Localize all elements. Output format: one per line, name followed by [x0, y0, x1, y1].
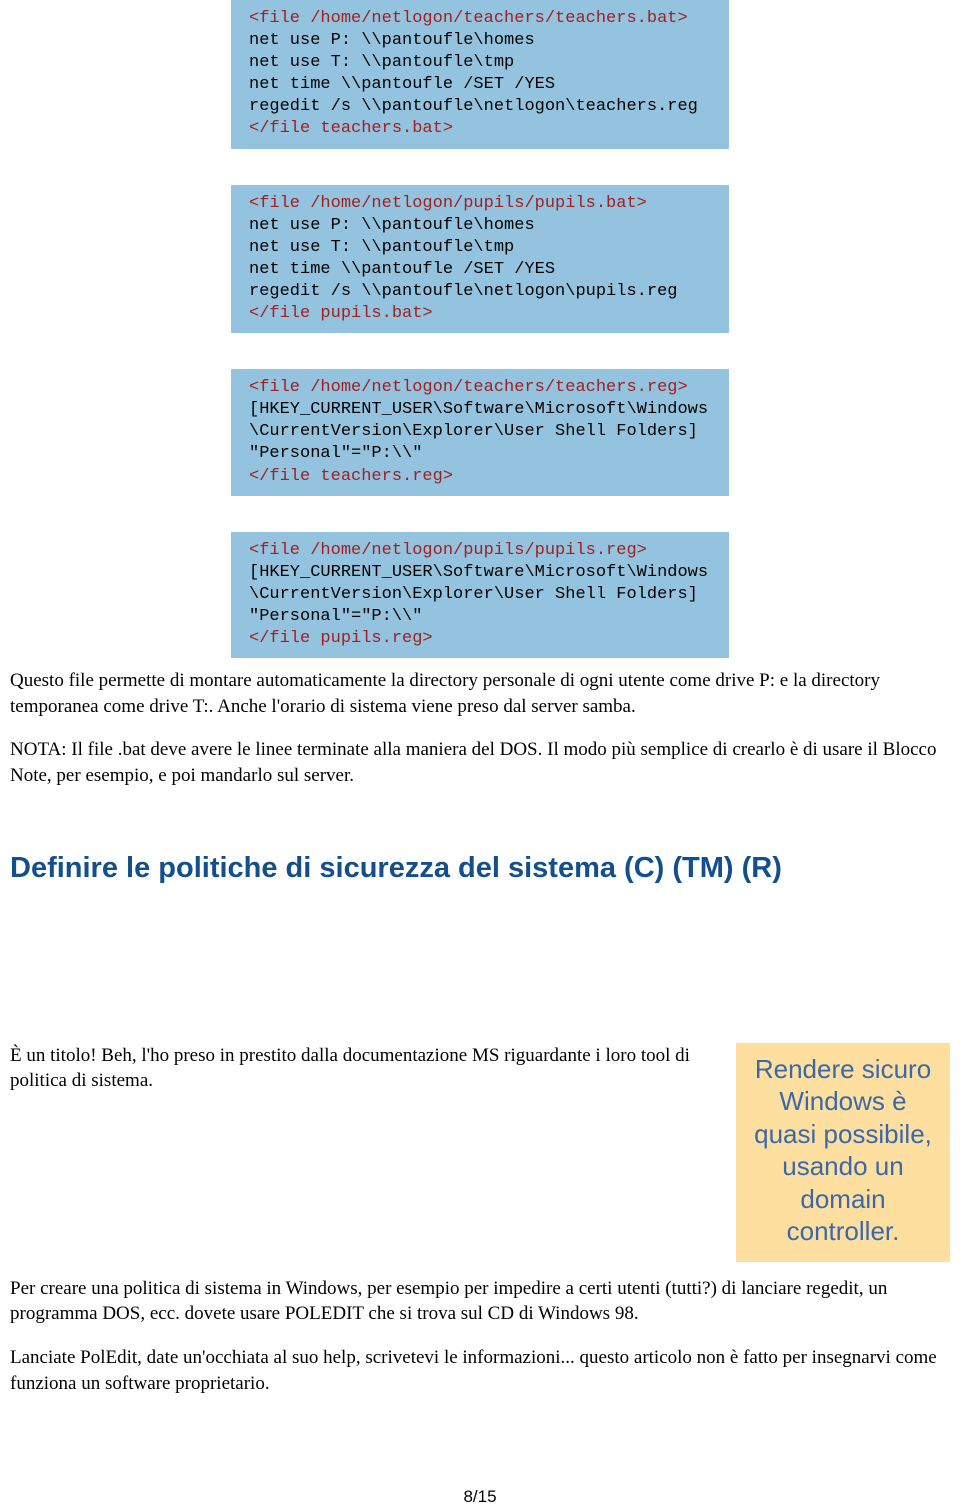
page-number: 8/15	[10, 1486, 950, 1509]
code-line: "Personal"="P:\\"	[249, 443, 729, 465]
code-line: regedit /s \\pantoufle\netlogon\teachers…	[249, 96, 729, 118]
code-line: <file /home/netlogon/pupils/pupils.bat>	[249, 193, 729, 215]
code-line: \CurrentVersion\Explorer\User Shell Fold…	[249, 584, 729, 606]
paragraph-dos-note: NOTA: Il file .bat deve avere le linee t…	[10, 737, 950, 788]
callout-secure-windows: Rendere sicuro Windows è quasi possibile…	[736, 1043, 950, 1262]
code-line: [HKEY_CURRENT_USER\Software\Microsoft\Wi…	[249, 399, 729, 421]
code-line: </file teachers.reg>	[249, 466, 729, 488]
code-line: <file /home/netlogon/teachers/teachers.r…	[249, 377, 729, 399]
code-block-teachers-bat: <file /home/netlogon/teachers/teachers.b…	[231, 0, 729, 149]
code-line: <file /home/netlogon/teachers/teachers.b…	[249, 8, 729, 30]
paragraph-mount-info: Questo file permette di montare automati…	[10, 668, 950, 719]
code-block-pupils-bat: <file /home/netlogon/pupils/pupils.bat>n…	[231, 185, 729, 334]
code-line: [HKEY_CURRENT_USER\Software\Microsoft\Wi…	[249, 562, 729, 584]
code-line: \CurrentVersion\Explorer\User Shell Fold…	[249, 421, 729, 443]
code-line: net time \\pantoufle /SET /YES	[249, 259, 729, 281]
code-line: regedit /s \\pantoufle\netlogon\pupils.r…	[249, 281, 729, 303]
code-line: net use T: \\pantoufle\tmp	[249, 237, 729, 259]
paragraph-poledit-help: Lanciate PolEdit, date un'occhiata al su…	[10, 1345, 950, 1396]
code-block-teachers-reg: <file /home/netlogon/teachers/teachers.r…	[231, 369, 729, 495]
code-line: </file pupils.reg>	[249, 628, 729, 650]
code-line: net time \\pantoufle /SET /YES	[249, 74, 729, 96]
paragraph-poledit: Per creare una politica di sistema in Wi…	[10, 1276, 950, 1327]
code-line: <file /home/netlogon/pupils/pupils.reg>	[249, 540, 729, 562]
code-line: </file teachers.bat>	[249, 118, 729, 140]
code-block-pupils-reg: <file /home/netlogon/pupils/pupils.reg>[…	[231, 532, 729, 658]
code-line: </file pupils.bat>	[249, 303, 729, 325]
code-line: net use T: \\pantoufle\tmp	[249, 52, 729, 74]
code-line: "Personal"="P:\\"	[249, 606, 729, 628]
section-heading-security-policies: Definire le politiche di sicurezza del s…	[10, 849, 950, 888]
code-line: net use P: \\pantoufle\homes	[249, 215, 729, 237]
code-line: net use P: \\pantoufle\homes	[249, 30, 729, 52]
